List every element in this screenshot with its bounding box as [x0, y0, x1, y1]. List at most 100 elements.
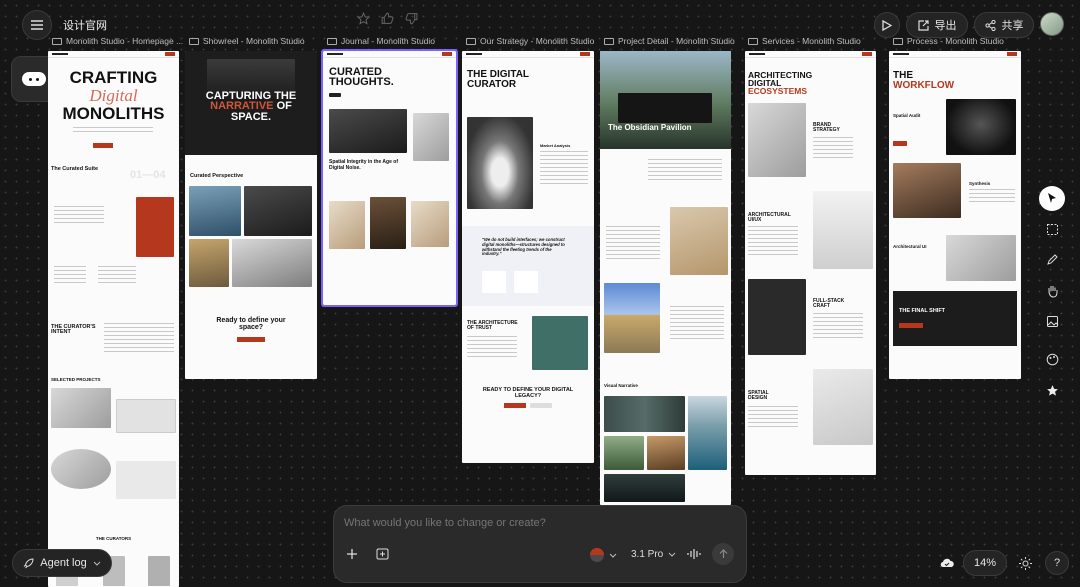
prompt-input[interactable] — [344, 514, 734, 532]
frame-icon — [893, 37, 903, 45]
hamburger-icon — [31, 20, 43, 30]
hero-line-1: CRAFTING — [69, 68, 158, 87]
waveform-icon — [687, 549, 701, 559]
chat-bubble-icon — [22, 72, 46, 86]
thumbs-down-icon[interactable] — [405, 12, 418, 25]
chevron-down-icon — [93, 561, 101, 566]
export-label: 导出 — [934, 20, 957, 32]
market-analysis: Market Analysis — [540, 143, 571, 148]
process-shift: THE FINAL SHIFT — [899, 308, 946, 314]
journal-line-2: THOUGHTS. — [329, 76, 394, 89]
frame-process[interactable]: THE WORKFLOW Spatial Audit Synthesis Arc… — [889, 51, 1021, 379]
add-frame-icon — [376, 548, 389, 560]
right-toolbar — [1036, 180, 1068, 406]
strategy-legacy: READY TO DEFINE YOUR DIGITAL LEGACY? — [482, 387, 574, 400]
frame-icon — [327, 37, 337, 45]
showreel-line-4: SPACE. — [230, 110, 272, 123]
star-icon — [1046, 385, 1058, 396]
voice-button[interactable] — [687, 548, 701, 560]
frame-title-homepage[interactable]: Monolith Studio - Homepage ... — [52, 36, 183, 46]
suite-count: 01—04 — [130, 169, 166, 181]
zoom-level: 14% — [973, 557, 997, 569]
cloud-check-icon — [940, 558, 954, 568]
frame-icon — [748, 37, 758, 45]
frame-strategy[interactable]: THE DIGITAL CURATOR Market Analysis "We … — [462, 51, 594, 463]
process-audit: Spatial Audit — [893, 113, 921, 118]
frame-tool[interactable] — [1039, 217, 1065, 242]
service-fullstack: FULL-STACK CRAFT — [813, 298, 845, 309]
frame-journal[interactable]: CURATED THOUGHTS. Spatial Integrity in t… — [321, 49, 458, 307]
agent-log-button[interactable]: Agent log — [12, 549, 112, 577]
frame-select-icon — [1046, 223, 1058, 235]
frame-icon — [52, 37, 62, 45]
project-title[interactable]: 设计官网 — [63, 17, 107, 33]
services-line-3: ECOSYSTEMS — [748, 86, 808, 97]
send-button[interactable] — [712, 543, 734, 565]
theme-toggle[interactable] — [1019, 557, 1032, 570]
play-button[interactable] — [874, 12, 900, 38]
section-curators: THE CURATORS — [95, 536, 132, 541]
frame-title-showreel[interactable]: Showreel - Monolith Studio — [189, 36, 305, 46]
frame-title-services[interactable]: Services - Monolith Studio — [748, 36, 861, 46]
pencil-icon — [1046, 254, 1058, 266]
favorite-tool[interactable] — [1039, 378, 1065, 403]
cloud-sync-button[interactable] — [940, 557, 954, 568]
section-suite: The Curated Suite — [51, 166, 99, 172]
strategy-quote: "We do not build interfaces; we construc… — [482, 237, 565, 257]
play-icon — [882, 19, 892, 31]
image-tool[interactable] — [1039, 309, 1065, 334]
process-synthesis: Synthesis — [969, 181, 991, 186]
share-button[interactable]: 共享 — [974, 12, 1034, 38]
feedback-icons — [357, 12, 418, 25]
palette-icon — [1046, 354, 1058, 366]
chevron-down-icon — [668, 552, 676, 557]
strategy-arch: THE ARCHITECTURE OF TRUST — [467, 320, 518, 331]
process-ui: Architectural UI — [893, 244, 927, 249]
frame-icon — [604, 37, 614, 45]
menu-button[interactable] — [22, 10, 52, 40]
model-label: 3.1 Pro — [631, 549, 664, 560]
plus-icon — [347, 549, 357, 559]
cursor-icon — [1048, 193, 1056, 204]
strategy-line-2: CURATOR — [467, 78, 517, 90]
frame-title-project[interactable]: Project Detail - Monolith Studio — [604, 36, 735, 46]
showreel-cta: Ready to define your space? — [216, 317, 286, 331]
export-button[interactable]: 导出 — [906, 12, 968, 38]
frame-title-process[interactable]: Process - Monolith Studio — [893, 36, 1004, 46]
service-ux: ARCHITECTURAL UI/UX — [748, 212, 791, 223]
color-picker[interactable] — [590, 548, 617, 562]
model-selector[interactable]: 3.1 Pro — [631, 549, 676, 560]
rocket-icon — [23, 557, 34, 568]
zoom-control[interactable]: 14% — [963, 550, 1007, 576]
attach-button[interactable] — [376, 548, 389, 560]
hand-tool[interactable] — [1039, 278, 1065, 303]
share-icon — [984, 19, 996, 31]
frame-project[interactable]: The Obsidian Pavilion Visual Narrative — [600, 51, 731, 505]
color-swatch-icon — [590, 548, 604, 562]
service-spatial: SPATIAL DESIGN — [748, 390, 769, 401]
frame-icon — [466, 37, 476, 45]
frame-title-strategy[interactable]: Our Strategy - Monolith Studio — [466, 36, 594, 46]
select-tool[interactable] — [1039, 186, 1065, 211]
frame-title-journal[interactable]: Journal - Monolith Studio — [327, 36, 435, 46]
project-hero-title: The Obsidian Pavilion — [608, 123, 692, 132]
pencil-tool[interactable] — [1039, 248, 1065, 273]
agent-log-label: Agent log — [40, 557, 87, 569]
prompt-panel: 3.1 Pro — [333, 505, 747, 583]
frame-showreel[interactable]: CAPTURING THE NARRATIVE OF SPACE. Curate… — [185, 51, 317, 379]
export-icon — [917, 19, 929, 31]
star-icon[interactable] — [357, 12, 370, 25]
add-button[interactable] — [346, 548, 358, 560]
help-button[interactable]: ? — [1045, 551, 1069, 575]
user-avatar[interactable] — [1040, 12, 1064, 36]
journal-article: Spatial Integrity in the Age of Digital … — [329, 159, 398, 171]
frame-services[interactable]: ARCHITECTING DIGITAL ECOSYSTEMS BRAND ST… — [745, 51, 876, 475]
arrow-up-icon — [719, 549, 727, 558]
help-icon: ? — [1053, 557, 1061, 569]
frame-icon — [189, 37, 199, 45]
thumbs-up-icon[interactable] — [381, 12, 394, 25]
theme-tool[interactable] — [1039, 347, 1065, 372]
hero-line-2: Digital — [89, 86, 138, 106]
frame-homepage[interactable]: CRAFTING Digital MONOLITHS The Curated S… — [48, 51, 179, 587]
hand-icon — [1048, 285, 1057, 298]
